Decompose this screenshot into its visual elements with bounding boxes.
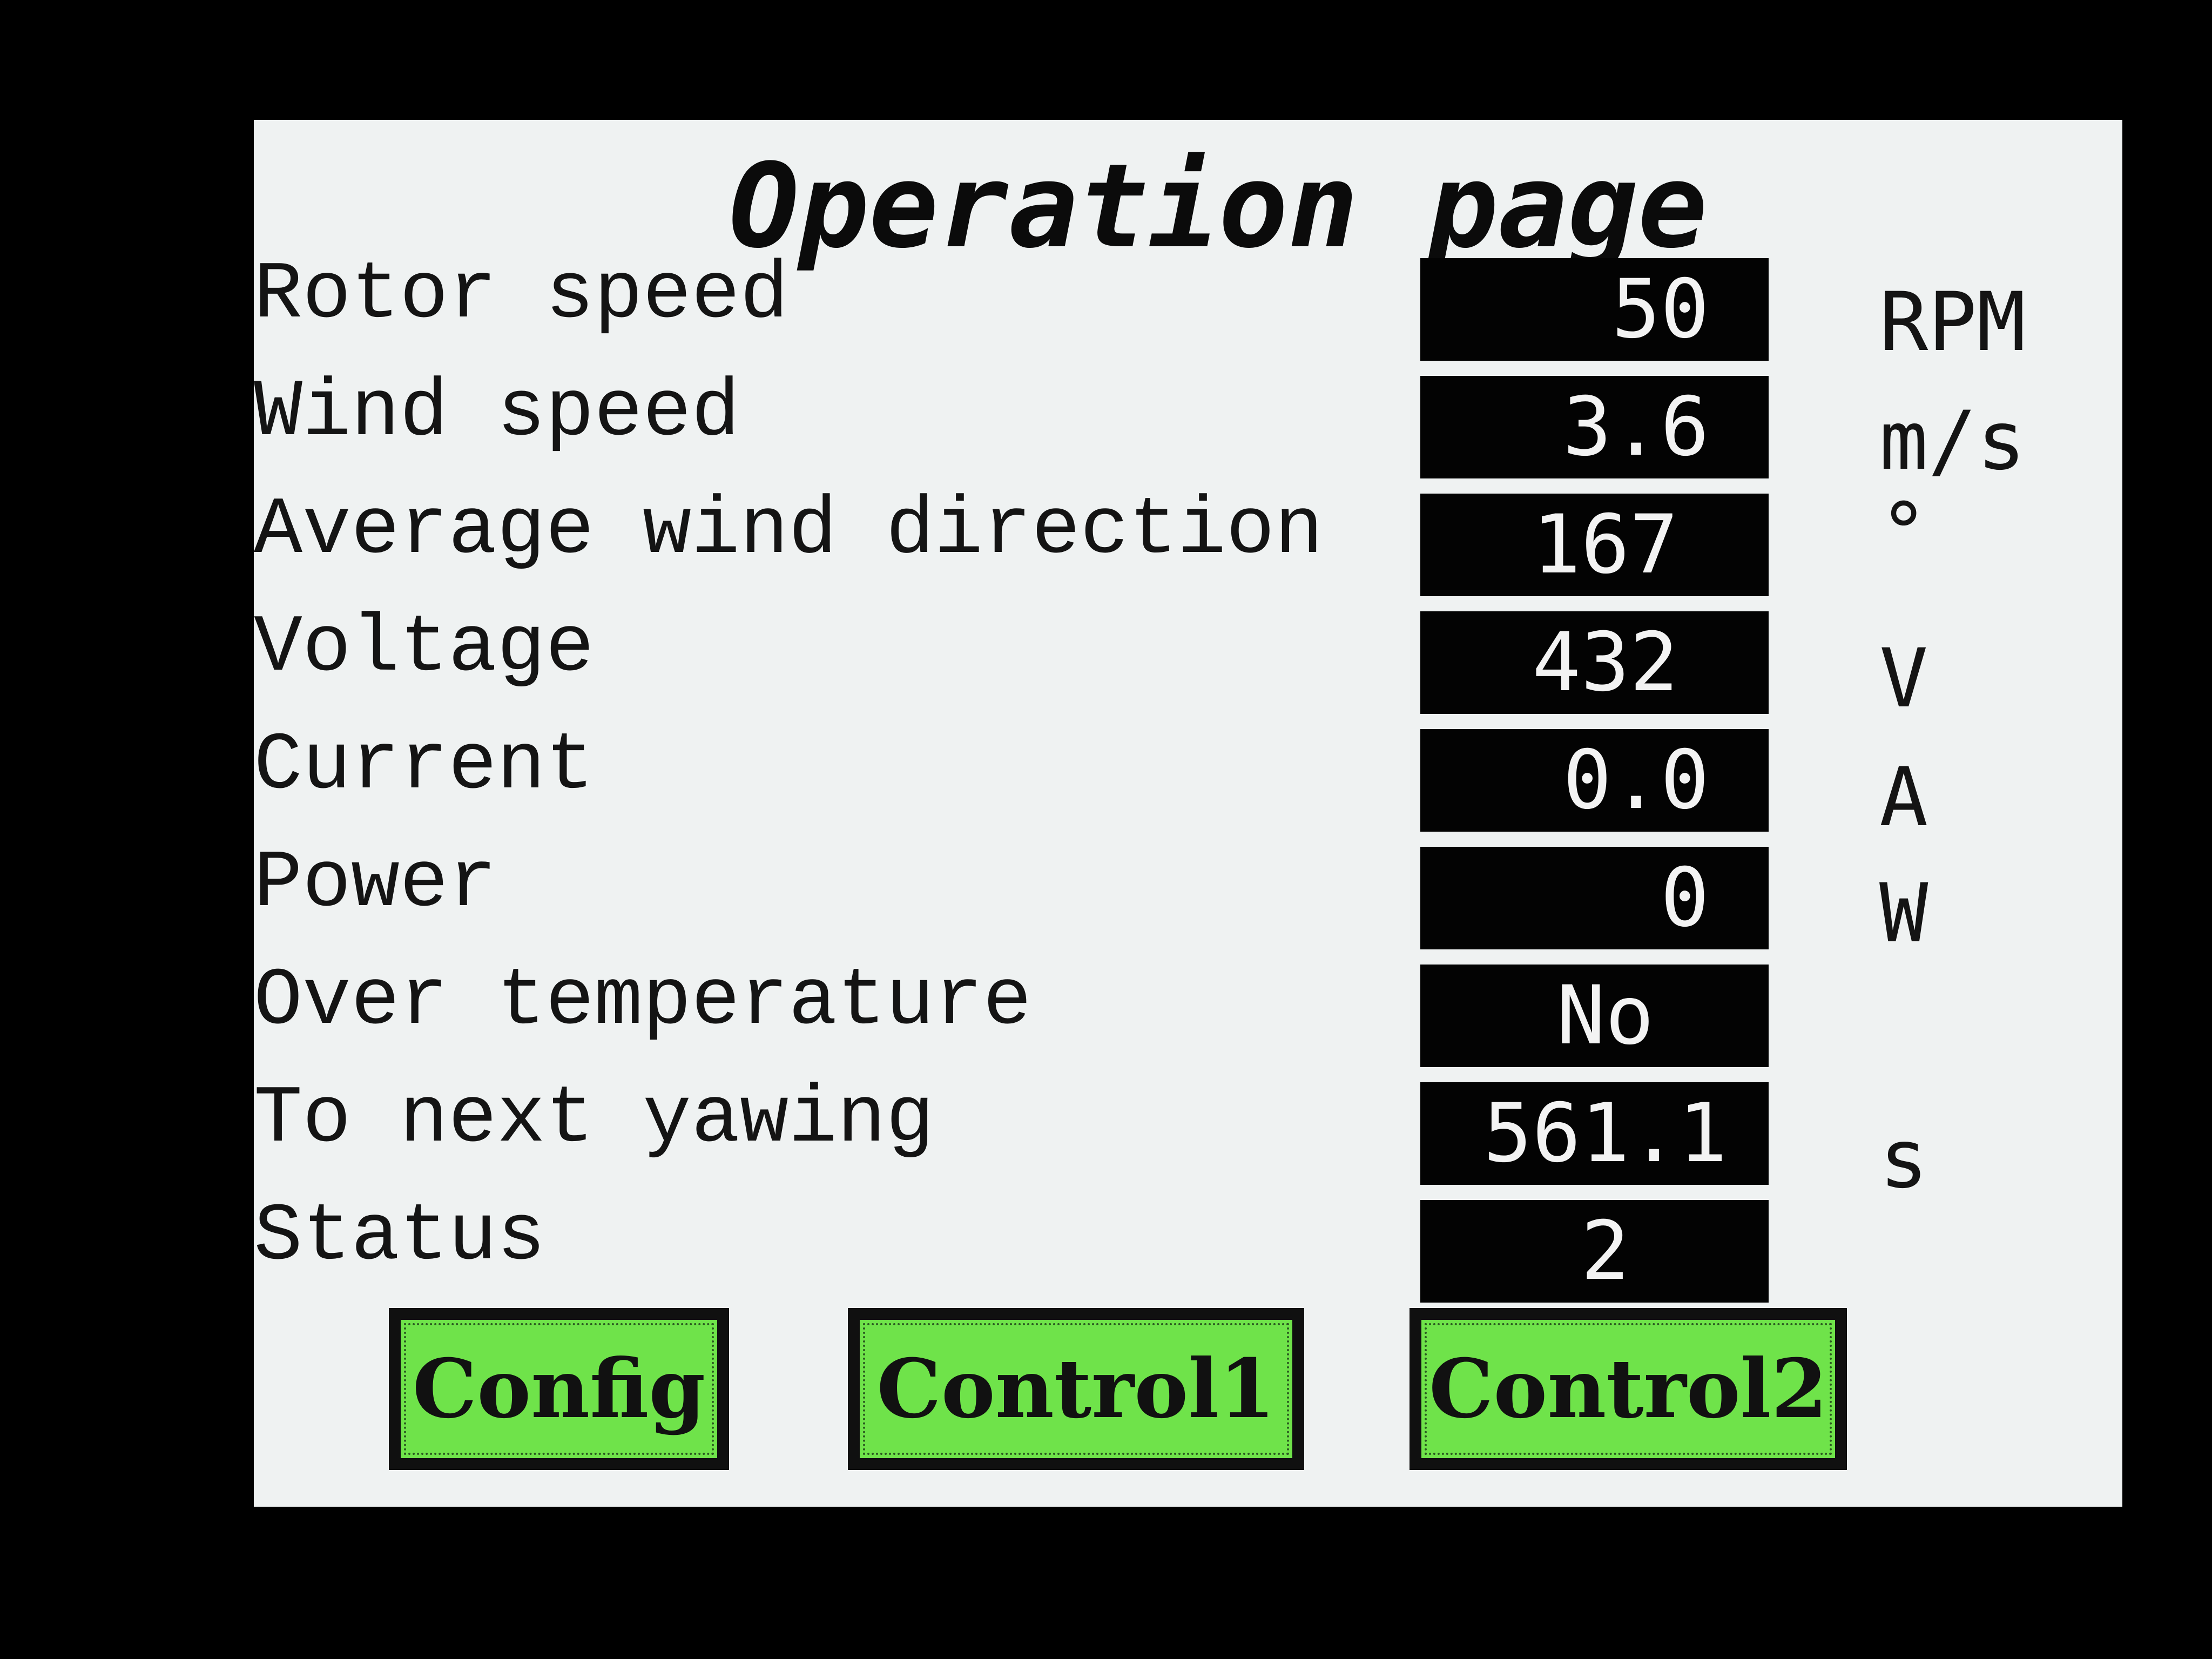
label-over-temperature: Over temperature	[254, 956, 1032, 1048]
value-average-wind-direction: 167	[1420, 494, 1769, 596]
label-wind-speed: Wind speed	[254, 367, 740, 459]
label-average-wind-direction: Average wind direction	[254, 485, 1324, 577]
page-title: Operation page	[729, 138, 1708, 274]
value-rotor-speed: 50	[1420, 258, 1769, 361]
control1-button[interactable]: Control1	[848, 1308, 1304, 1470]
label-rotor-speed: Rotor speed	[254, 249, 789, 341]
control2-button[interactable]: Control2	[1410, 1308, 1847, 1470]
value-status: 2	[1420, 1200, 1769, 1303]
unit-average-wind-direction: °	[1879, 486, 1928, 580]
hmi-screen: Operation page Rotor speed 50 RPM Wind s…	[254, 120, 2122, 1507]
label-to-next-yawing: To next yawing	[254, 1074, 935, 1165]
value-power: 0	[1420, 847, 1769, 949]
value-over-temperature: No	[1420, 965, 1769, 1067]
unit-power: W	[1879, 867, 1928, 961]
value-wind-speed: 3.6	[1420, 376, 1769, 478]
label-status: Status	[254, 1191, 546, 1283]
value-to-next-yawing: 561.1	[1420, 1082, 1769, 1185]
value-current: 0.0	[1420, 729, 1769, 832]
unit-voltage: V	[1879, 632, 1928, 726]
unit-to-next-yawing: s	[1879, 1112, 1928, 1206]
value-voltage: 432	[1420, 611, 1769, 714]
unit-rotor-speed: RPM	[1879, 275, 2026, 369]
label-voltage: Voltage	[254, 603, 595, 694]
unit-current: A	[1879, 751, 1928, 845]
unit-wind-speed: m/s	[1879, 394, 2026, 488]
label-current: Current	[254, 720, 595, 812]
config-button[interactable]: Config	[389, 1308, 729, 1470]
label-power: Power	[254, 838, 497, 930]
